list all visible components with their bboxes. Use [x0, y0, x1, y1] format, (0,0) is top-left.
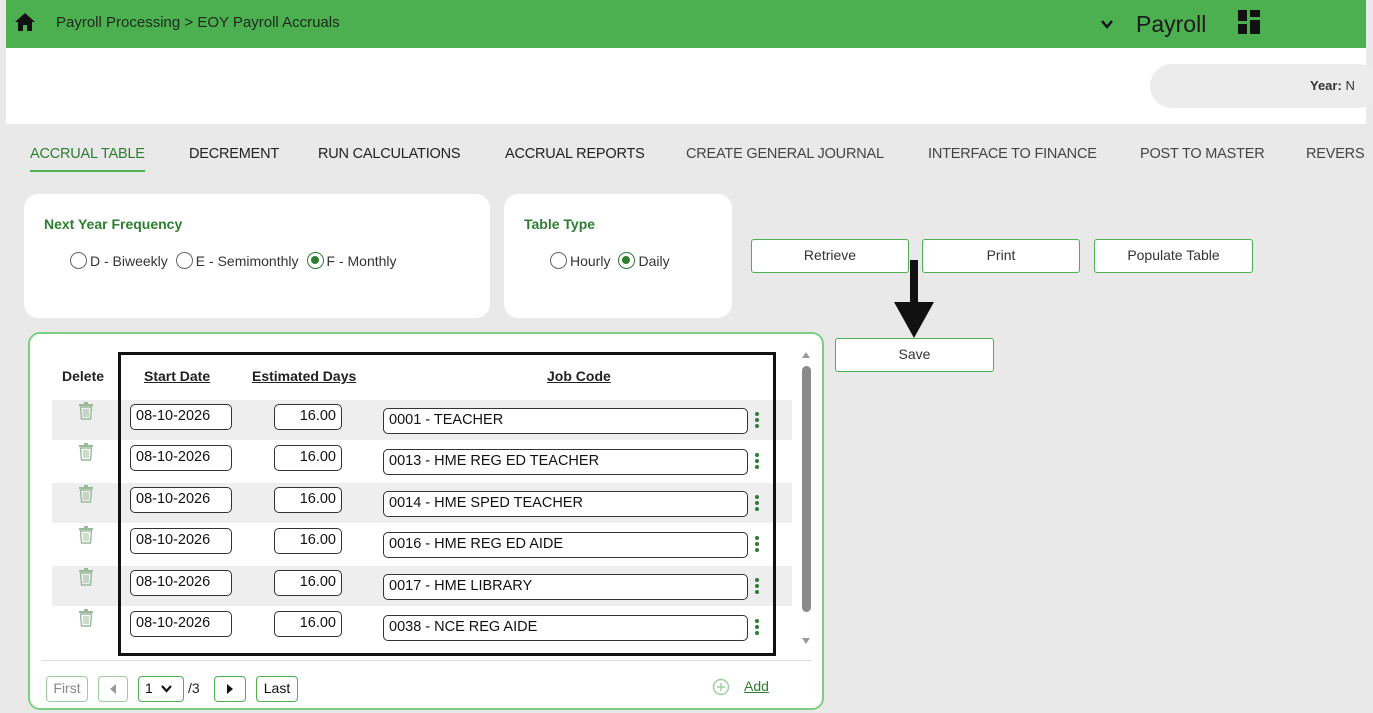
tab-post-to-master[interactable]: POST TO MASTER	[1140, 146, 1265, 170]
tab-accrual-reports[interactable]: ACCRUAL REPORTS	[505, 146, 645, 170]
last-page-button[interactable]: Last	[256, 676, 298, 702]
populate-table-button[interactable]: Populate Table	[1094, 239, 1253, 273]
job-code-input[interactable]: 0038 - NCE REG AIDE	[383, 615, 748, 641]
estimated-days-input[interactable]: 16.00	[274, 611, 342, 637]
prev-page-button[interactable]	[98, 676, 128, 702]
job-code-input[interactable]: 0001 - TEACHER	[383, 408, 748, 434]
tab-accrual-table[interactable]: ACCRUAL TABLE	[30, 146, 145, 172]
year-value: N	[1345, 78, 1355, 93]
frequency-options: D - Biweekly E - Semimonthly F - Monthly	[70, 252, 405, 269]
radio-biweekly[interactable]: D - Biweekly	[70, 252, 168, 269]
job-code-input[interactable]: 0014 - HME SPED TEACHER	[383, 490, 748, 517]
next-page-button[interactable]	[214, 676, 246, 702]
more-options-icon[interactable]	[754, 618, 760, 636]
first-page-button[interactable]: First	[46, 676, 88, 702]
radio-button-selected[interactable]	[618, 252, 636, 269]
context-bar: Year: N	[6, 48, 1373, 124]
estimated-days-input[interactable]: 16.00	[274, 445, 342, 472]
retrieve-button[interactable]: Retrieve	[751, 239, 909, 273]
table-type-options: Hourly Daily	[550, 252, 678, 269]
breadcrumb: Payroll Processing > EOY Payroll Accrual…	[56, 14, 340, 31]
more-options-icon[interactable]	[754, 535, 760, 553]
start-date-input[interactable]: 08-10-2026	[130, 611, 232, 637]
page-select[interactable]: 1	[138, 676, 184, 702]
frequency-card: Next Year Frequency D - Biweekly E - Sem…	[24, 194, 490, 318]
radio-button[interactable]	[550, 252, 567, 269]
radio-button[interactable]	[70, 252, 87, 269]
column-header-delete: Delete	[62, 368, 105, 384]
divider	[42, 660, 812, 661]
accrual-grid: Delete Start Date Estimated Days Job Cod…	[28, 332, 824, 710]
column-header-estimated-days[interactable]: Estimated Days	[252, 368, 356, 384]
job-code-input[interactable]: 0013 - HME REG ED TEACHER	[383, 449, 748, 476]
page-total: /3	[188, 680, 200, 696]
chevron-down-icon[interactable]	[1100, 17, 1114, 31]
module-label[interactable]: Payroll	[1136, 11, 1206, 38]
chevron-down-icon	[160, 685, 172, 693]
radio-semimonthly[interactable]: E - Semimonthly	[175, 252, 299, 269]
year-selector[interactable]: Year: N	[1150, 64, 1373, 108]
trash-icon[interactable]	[78, 443, 94, 462]
add-circle-icon[interactable]	[712, 678, 730, 696]
job-code-input[interactable]: 0017 - HME LIBRARY	[383, 573, 748, 600]
estimated-days-input[interactable]: 16.00	[274, 569, 342, 596]
arrow-down-icon	[894, 260, 934, 338]
trash-icon[interactable]	[78, 484, 94, 503]
radio-daily[interactable]: Daily	[618, 252, 670, 269]
print-button[interactable]: Print	[922, 239, 1080, 273]
tab-bar: ACCRUAL TABLE DECREMENT RUN CALCULATIONS…	[16, 146, 1366, 176]
trash-icon[interactable]	[78, 526, 94, 544]
trash-icon[interactable]	[78, 402, 94, 420]
job-code-input[interactable]: 0016 - HME REG ED AIDE	[383, 532, 748, 559]
add-row-link[interactable]: Add	[744, 678, 769, 694]
radio-button-selected[interactable]	[306, 252, 324, 269]
column-header-start-date[interactable]: Start Date	[144, 368, 210, 384]
table-type-card: Table Type Hourly Daily	[504, 194, 732, 318]
save-button[interactable]: Save	[835, 338, 994, 372]
module-switcher[interactable]: Payroll	[1100, 10, 1206, 38]
tab-decrement[interactable]: DECREMENT	[189, 146, 279, 170]
radio-monthly[interactable]: F - Monthly	[306, 252, 397, 269]
frequency-title: Next Year Frequency	[44, 216, 183, 232]
tab-run-calculations[interactable]: RUN CALCULATIONS	[318, 146, 461, 170]
column-header-job-code[interactable]: Job Code	[547, 368, 611, 384]
chevron-left-icon	[110, 684, 116, 694]
tab-interface-to-finance[interactable]: INTERFACE TO FINANCE	[928, 146, 1097, 170]
estimated-days-input[interactable]: 16.00	[274, 486, 342, 513]
more-options-icon[interactable]	[754, 577, 760, 595]
start-date-input[interactable]: 08-10-2026	[130, 486, 232, 513]
start-date-input[interactable]: 08-10-2026	[130, 404, 232, 430]
home-icon[interactable]	[14, 12, 36, 32]
more-options-icon[interactable]	[754, 411, 760, 429]
start-date-input[interactable]: 08-10-2026	[130, 445, 232, 472]
estimated-days-input[interactable]: 16.00	[274, 528, 342, 555]
start-date-input[interactable]: 08-10-2026	[130, 569, 232, 596]
top-bar: Payroll Processing > EOY Payroll Accrual…	[6, 0, 1366, 48]
chevron-right-icon	[227, 684, 233, 694]
radio-hourly[interactable]: Hourly	[550, 252, 610, 269]
trash-icon[interactable]	[78, 609, 94, 627]
tab-reverse[interactable]: REVERS	[1306, 146, 1365, 170]
trash-icon[interactable]	[78, 567, 94, 586]
scrollbar-thumb[interactable]	[802, 366, 811, 612]
start-date-input[interactable]: 08-10-2026	[130, 528, 232, 555]
more-options-icon[interactable]	[754, 494, 760, 512]
radio-button[interactable]	[175, 252, 193, 269]
more-options-icon[interactable]	[754, 452, 760, 470]
table-type-title: Table Type	[524, 216, 596, 232]
estimated-days-input[interactable]: 16.00	[274, 404, 342, 430]
tab-create-general-journal[interactable]: CREATE GENERAL JOURNAL	[686, 146, 884, 170]
year-label: Year: N	[1310, 78, 1355, 93]
app-grid-icon[interactable]	[1238, 10, 1260, 34]
